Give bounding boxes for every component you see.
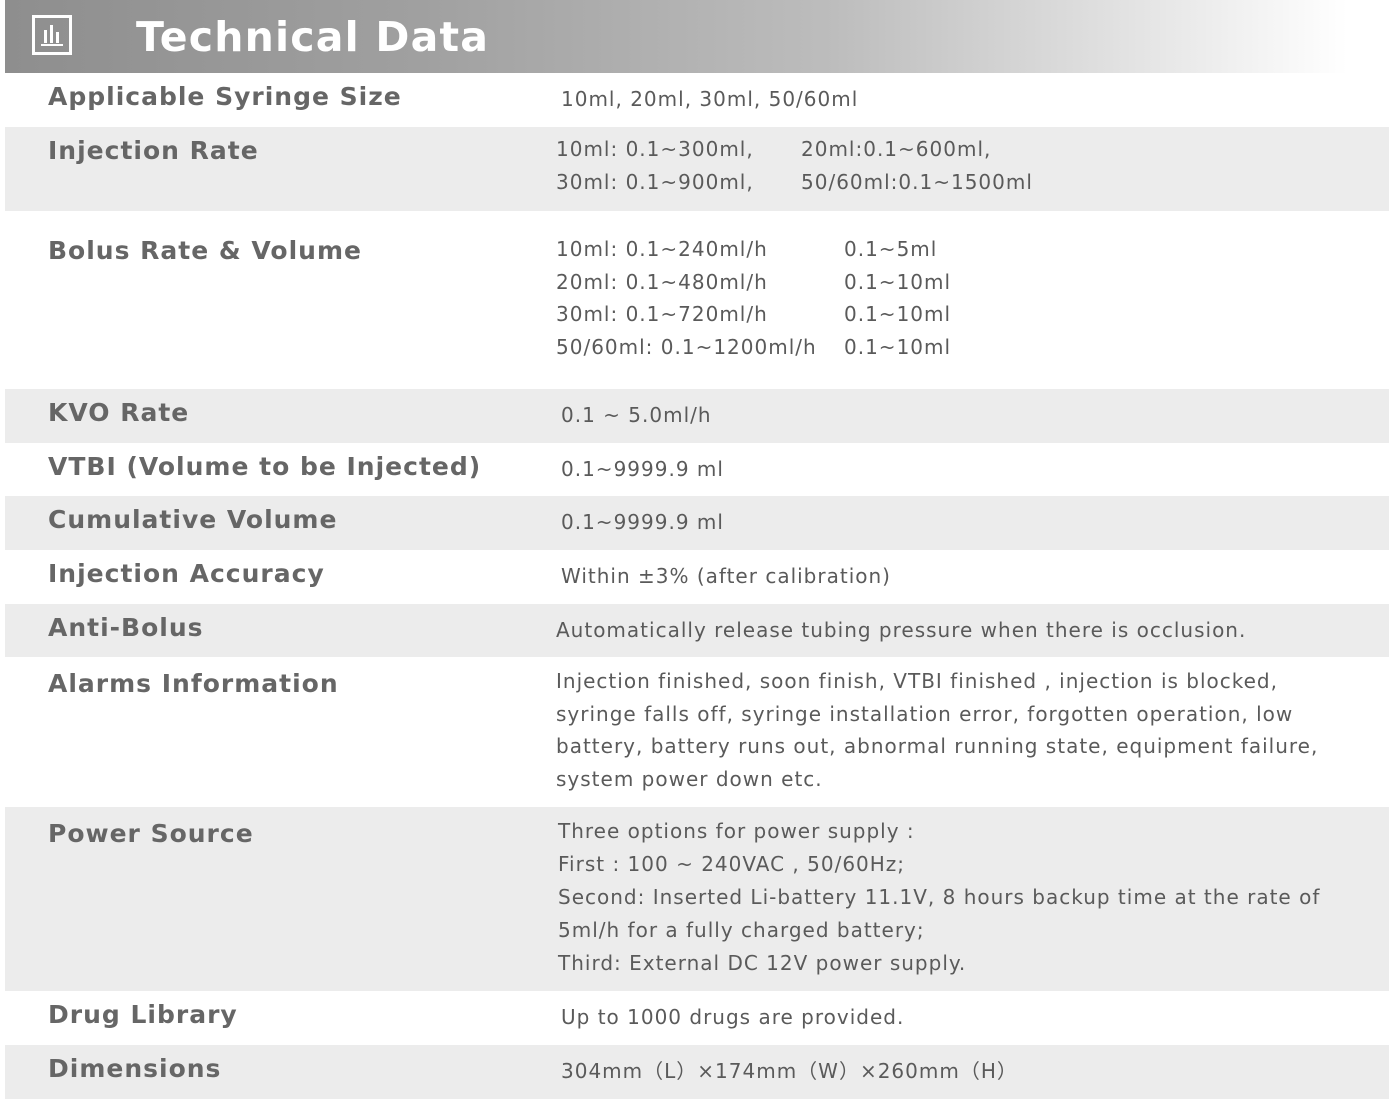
- bolus-rate-line: 50/60ml: 0.1~1200ml/h: [556, 334, 817, 359]
- bolus-volume-line: 0.1~5ml: [844, 237, 938, 261]
- bolus-rate-line: 10ml: 0.1~240ml/h: [556, 237, 768, 261]
- spec-value: 10ml, 20ml, 30ml, 50/60ml: [561, 87, 859, 111]
- spec-row-injection-accuracy: Injection Accuracy Within ±3% (after cal…: [5, 550, 1389, 604]
- spec-row-alarms: Alarms Information Injection finished, s…: [5, 657, 1389, 807]
- spec-row-injection-rate: Injection Rate 10ml: 0.1~300ml, 30ml: 0.…: [5, 127, 1389, 211]
- power-line: Three options for power supply :: [558, 819, 915, 843]
- bolus-volume-line: 0.1~10ml: [844, 269, 952, 294]
- injection-rate-line: 30ml: 0.1~900ml,: [556, 169, 754, 194]
- spec-row-bolus: Bolus Rate & Volume 10ml: 0.1~240ml/h 20…: [5, 211, 1389, 389]
- alarms-line: battery, battery runs out, abnormal runn…: [556, 734, 1319, 758]
- alarms-line: Injection finished, soon finish, VTBI fi…: [556, 669, 1278, 693]
- spec-value: 304mm（L）×174mm（W）×260mm（H）: [561, 1059, 1018, 1083]
- spec-label: KVO Rate: [48, 398, 190, 427]
- spec-row-drug-library: Drug Library Up to 1000 drugs are provid…: [5, 991, 1389, 1045]
- spec-row-dimensions: Dimensions 304mm（L）×174mm（W）×260mm（H）: [5, 1045, 1389, 1099]
- spec-row-vtbi: VTBI (Volume to be Injected) 0.1~9999.9 …: [5, 443, 1389, 496]
- spec-row-anti-bolus: Anti-Bolus Automatically release tubing …: [5, 604, 1389, 657]
- spec-label: Power Source: [48, 819, 254, 848]
- spec-row-kvo: KVO Rate 0.1 ~ 5.0ml/h: [5, 389, 1389, 443]
- spec-label: Injection Rate: [48, 136, 259, 165]
- injection-rate-line: 50/60ml:0.1~1500ml: [801, 169, 1033, 194]
- spec-label: Drug Library: [48, 1000, 238, 1029]
- power-line: 5ml/h for a fully charged battery;: [558, 918, 925, 942]
- bolus-rate-line: 30ml: 0.1~720ml/h: [556, 302, 768, 326]
- power-source-text: Three options for power supply : First :…: [558, 815, 1320, 980]
- injection-rate-column-2: 20ml:0.1~600ml, 50/60ml:0.1~1500ml: [801, 133, 1033, 198]
- bolus-volume-line: 0.1~10ml: [844, 334, 952, 359]
- injection-rate-line: 10ml: 0.1~300ml,: [556, 137, 754, 161]
- spec-label: Anti-Bolus: [48, 613, 204, 642]
- bolus-volume-line: 0.1~10ml: [844, 302, 952, 326]
- injection-rate-line: 20ml:0.1~600ml,: [801, 137, 992, 161]
- page-title: Technical Data: [136, 13, 490, 61]
- spec-label: VTBI (Volume to be Injected): [48, 452, 482, 481]
- power-line: First : 100 ~ 240VAC , 50/60Hz;: [558, 852, 906, 876]
- spec-value: 0.1 ~ 5.0ml/h: [561, 403, 712, 427]
- bolus-rates-column: 10ml: 0.1~240ml/h 20ml: 0.1~480ml/h 30ml…: [556, 233, 817, 363]
- spec-label: Cumulative Volume: [48, 505, 338, 534]
- spec-value: Within ±3% (after calibration): [561, 564, 891, 588]
- bolus-volumes-column: 0.1~5ml 0.1~10ml 0.1~10ml 0.1~10ml: [844, 233, 951, 363]
- power-line: Third: External DC 12V power supply.: [558, 951, 967, 975]
- spec-value: Up to 1000 drugs are provided.: [561, 1005, 905, 1029]
- spec-value: 0.1~9999.9 ml: [561, 510, 724, 534]
- power-line: Second: Inserted Li-battery 11.1V, 8 hou…: [558, 885, 1321, 909]
- spec-value: 0.1~9999.9 ml: [561, 457, 724, 481]
- spec-label: Dimensions: [48, 1054, 222, 1083]
- spec-row-power-source: Power Source Three options for power sup…: [5, 807, 1389, 991]
- spec-value: Automatically release tubing pressure wh…: [556, 618, 1247, 642]
- alarms-text: Injection finished, soon finish, VTBI fi…: [556, 665, 1318, 795]
- spec-label: Alarms Information: [48, 669, 339, 698]
- bolus-rate-line: 20ml: 0.1~480ml/h: [556, 269, 768, 294]
- spec-label: Bolus Rate & Volume: [48, 236, 362, 265]
- spec-row-syringe-size: Applicable Syringe Size 10ml, 20ml, 30ml…: [5, 73, 1389, 127]
- injection-rate-column-1: 10ml: 0.1~300ml, 30ml: 0.1~900ml,: [556, 133, 754, 198]
- spec-label: Injection Accuracy: [48, 559, 325, 588]
- spec-label: Applicable Syringe Size: [48, 82, 402, 111]
- spec-row-cumulative-volume: Cumulative Volume 0.1~9999.9 ml: [5, 496, 1389, 550]
- bar-chart-icon: [32, 15, 72, 55]
- section-header: Technical Data: [5, 0, 1389, 73]
- alarms-line: syringe falls off, syringe installation …: [556, 701, 1294, 726]
- alarms-line: system power down etc.: [556, 766, 823, 791]
